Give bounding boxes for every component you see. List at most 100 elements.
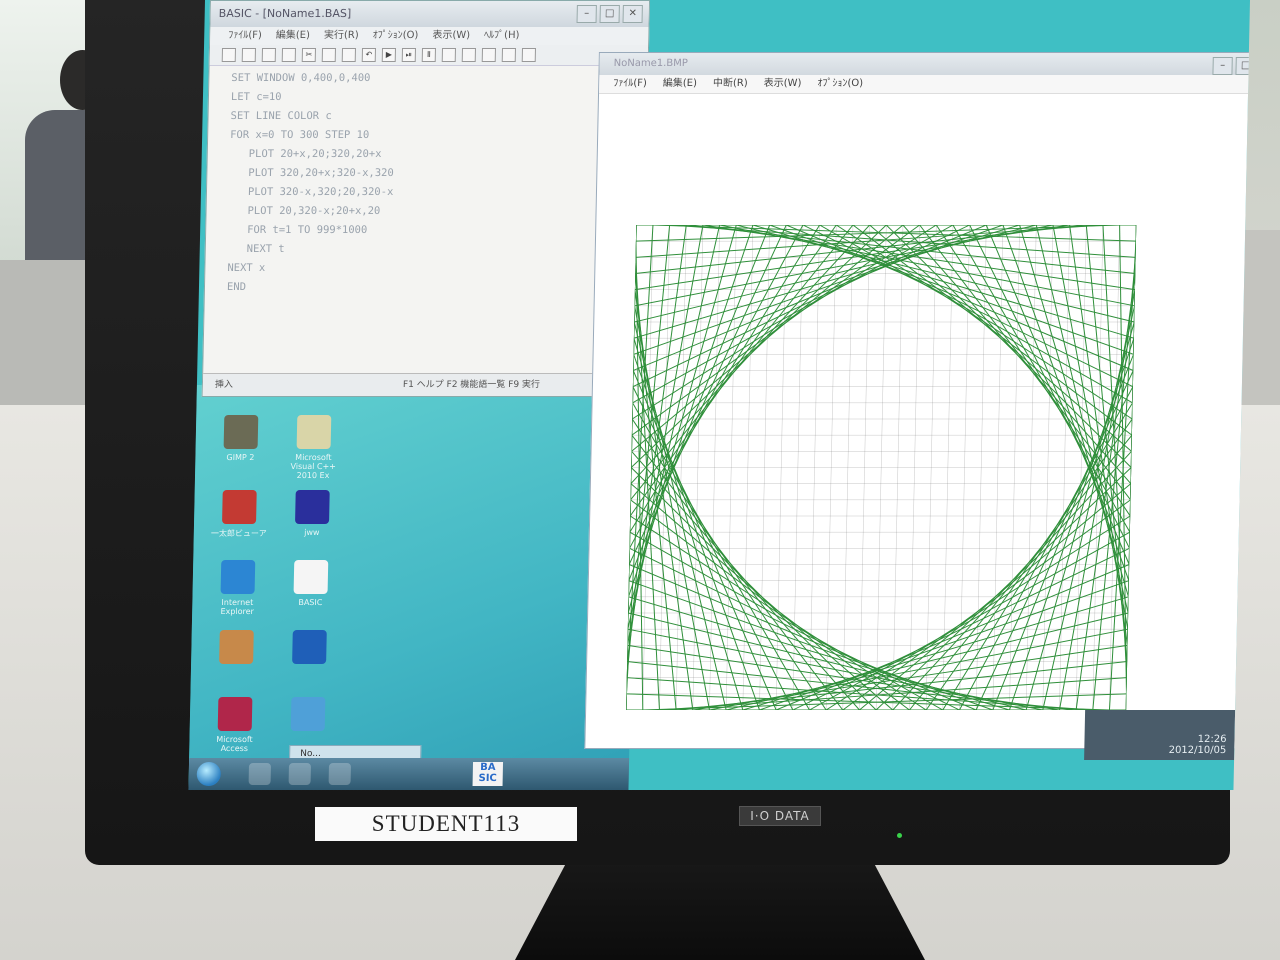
bmp-titlebar[interactable]: NoName1.BMP – □ ✕ [599,53,1250,75]
plot-line [628,564,977,710]
plot-line [630,225,854,501]
bmp-maximize-button[interactable]: □ [1235,57,1250,75]
taskbar-media-icon[interactable] [328,763,352,785]
function-key-hints: F1 ヘルプ F2 機能語一覧 F9 実行 [402,380,541,390]
system-tray: 12:26 2012/10/05 [1084,710,1236,760]
menu-edit[interactable]: 編集(E) [276,27,311,45]
monitor: GIMP 2 Microsoft Visual C++ 2010 Ex 一太郎ビュー… [85,0,1250,865]
window-controls: – □ ✕ [576,5,643,23]
copy-icon[interactable] [321,48,336,62]
plot-line [909,434,1133,710]
brand-logo: I·O DATA [739,806,821,826]
network-icon-glyph [290,697,326,731]
status-bar: 挿入 F1 ヘルプ F2 機能語一覧 F9 実行 [202,373,642,396]
bmp-output-window[interactable]: NoName1.BMP – □ ✕ ﾌｧｲﾙ(F) 編集(E) 中断(R) 表示… [584,52,1250,749]
paste-icon[interactable] [341,48,356,62]
student-label: STUDENT113 [315,807,577,841]
desktop-icon-label: GIMP 2 [226,453,255,462]
bmp-menubar: ﾌｧｲﾙ(F) 編集(E) 中断(R) 表示(W) ｵﾌﾟｼｮﾝ(O) [599,75,1250,94]
close-button[interactable]: ✕ [622,5,643,23]
app-icon-glyph [219,630,254,664]
open-folder-icon[interactable] [241,48,256,62]
screen: GIMP 2 Microsoft Visual C++ 2010 Ex 一太郎ビュー… [188,0,1250,790]
desktop-icon-label: Microsoft Visual C++ 2010 Ex [290,453,337,480]
minimize-button[interactable]: – [576,5,597,23]
break-icon[interactable] [441,48,456,62]
menu-view[interactable]: 表示(W) [432,27,470,45]
save-icon[interactable] [261,48,276,62]
tray-time: 12:26 [1197,734,1227,745]
bmp-menu-file[interactable]: ﾌｧｲﾙ(F) [613,75,647,93]
desktop: GIMP 2 Microsoft Visual C++ 2010 Ex 一太郎ビュー… [188,385,637,790]
start-button[interactable] [196,762,222,786]
variables-icon[interactable] [501,48,516,62]
help-icon[interactable] [521,48,536,62]
plot-line [629,531,944,710]
maximize-button[interactable]: □ [599,5,620,23]
pause-icon[interactable]: Ⅱ [421,48,436,62]
undo-icon[interactable]: ↶ [361,48,376,62]
insert-mode-indicator: 挿入 [214,380,234,390]
app-icon[interactable] [206,630,267,668]
source-code-editor[interactable]: SET WINDOW 0,400,0,400 LET c=10 SET LINE… [227,69,396,297]
run-icon[interactable]: ▶ [381,48,396,62]
basic-icon[interactable]: BASIC [280,560,341,607]
globe-app-icon[interactable] [279,630,340,668]
access-icon[interactable]: Microsoft Access [204,697,265,753]
tray-date: 2012/10/05 [1168,745,1227,756]
taskbar: BA SIC [188,758,630,790]
plot-line [626,225,654,694]
ie-icon[interactable]: Internet Explorer [207,560,268,616]
visual-cpp-icon[interactable]: Microsoft Visual C++ 2010 Ex [283,415,344,480]
desktop-icon-label: jww [304,528,320,537]
plot-line [819,225,1133,404]
new-file-icon[interactable] [221,48,236,62]
bmp-window-title: NoName1.BMP [613,58,688,69]
menu-file[interactable]: ﾌｧｲﾙ(F) [228,27,262,45]
bmp-menu-edit[interactable]: 編集(E) [663,75,698,93]
window-title: BASIC - [NoName1.BAS] [218,7,352,20]
debug-icon[interactable] [481,48,496,62]
cut-icon[interactable]: ✂ [301,48,316,62]
network-icon[interactable] [278,697,339,735]
desktop-icon-label: 一太郎ビューア [210,529,267,538]
menu-options[interactable]: ｵﾌﾟｼｮﾝ(O) [373,27,419,45]
bmp-menu-view[interactable]: 表示(W) [764,75,802,93]
desktop-icon-label: Internet Explorer [220,598,254,616]
access-icon-glyph [217,697,253,731]
ie-icon-glyph [220,560,256,594]
taskbar-ie-icon[interactable] [248,763,272,785]
desktop-icon-label: BASIC [298,598,323,607]
bmp-menu-break[interactable]: 中断(R) [713,75,748,93]
globe-app-icon-glyph [292,630,327,664]
bmp-menu-options[interactable]: ｵﾌﾟｼｮﾝ(O) [817,75,863,93]
jww-icon-glyph [295,490,330,524]
step-icon[interactable]: ⏯ [401,48,416,62]
bmp-window-controls: – □ ✕ [1212,57,1250,75]
gimp-icon-glyph [223,415,259,449]
trace-icon[interactable] [461,48,476,62]
plot-line [786,225,1134,371]
power-led [897,833,902,838]
tray-clock[interactable]: 12:26 2012/10/05 [1169,734,1227,756]
plot-line [1008,338,1135,710]
plot-line [628,225,754,597]
basic-editor-window[interactable]: BASIC - [NoName1.BAS] – □ ✕ ﾌｧｲﾙ(F) 編集(E… [201,0,651,397]
taskbar-folder-icon[interactable] [288,763,312,785]
print-icon[interactable] [281,48,296,62]
visual-cpp-icon-glyph [296,415,332,449]
menu-help[interactable]: ﾍﾙﾌﾟ(H) [484,27,520,45]
basic-toolbar: ✂ ↶ ▶ ⏯ Ⅱ [209,45,649,66]
basic-icon-glyph [293,560,329,594]
string-art-plot [626,225,1137,710]
bmp-minimize-button[interactable]: – [1212,57,1233,75]
jww-icon[interactable]: jww [282,490,343,537]
viewer-icon-glyph [222,490,257,524]
window-titlebar[interactable]: BASIC - [NoName1.BAS] – □ ✕ [210,1,649,27]
gimp-icon[interactable]: GIMP 2 [210,415,271,462]
taskbar-basic-icon[interactable]: BA SIC [472,762,504,786]
plot-line [1108,241,1137,710]
basic-menubar: ﾌｧｲﾙ(F) 編集(E) 実行(R) ｵﾌﾟｼｮﾝ(O) 表示(W) ﾍﾙﾌﾟ… [210,27,649,45]
menu-run[interactable]: 実行(R) [324,27,359,45]
viewer-icon[interactable]: 一太郎ビューア [209,490,270,539]
